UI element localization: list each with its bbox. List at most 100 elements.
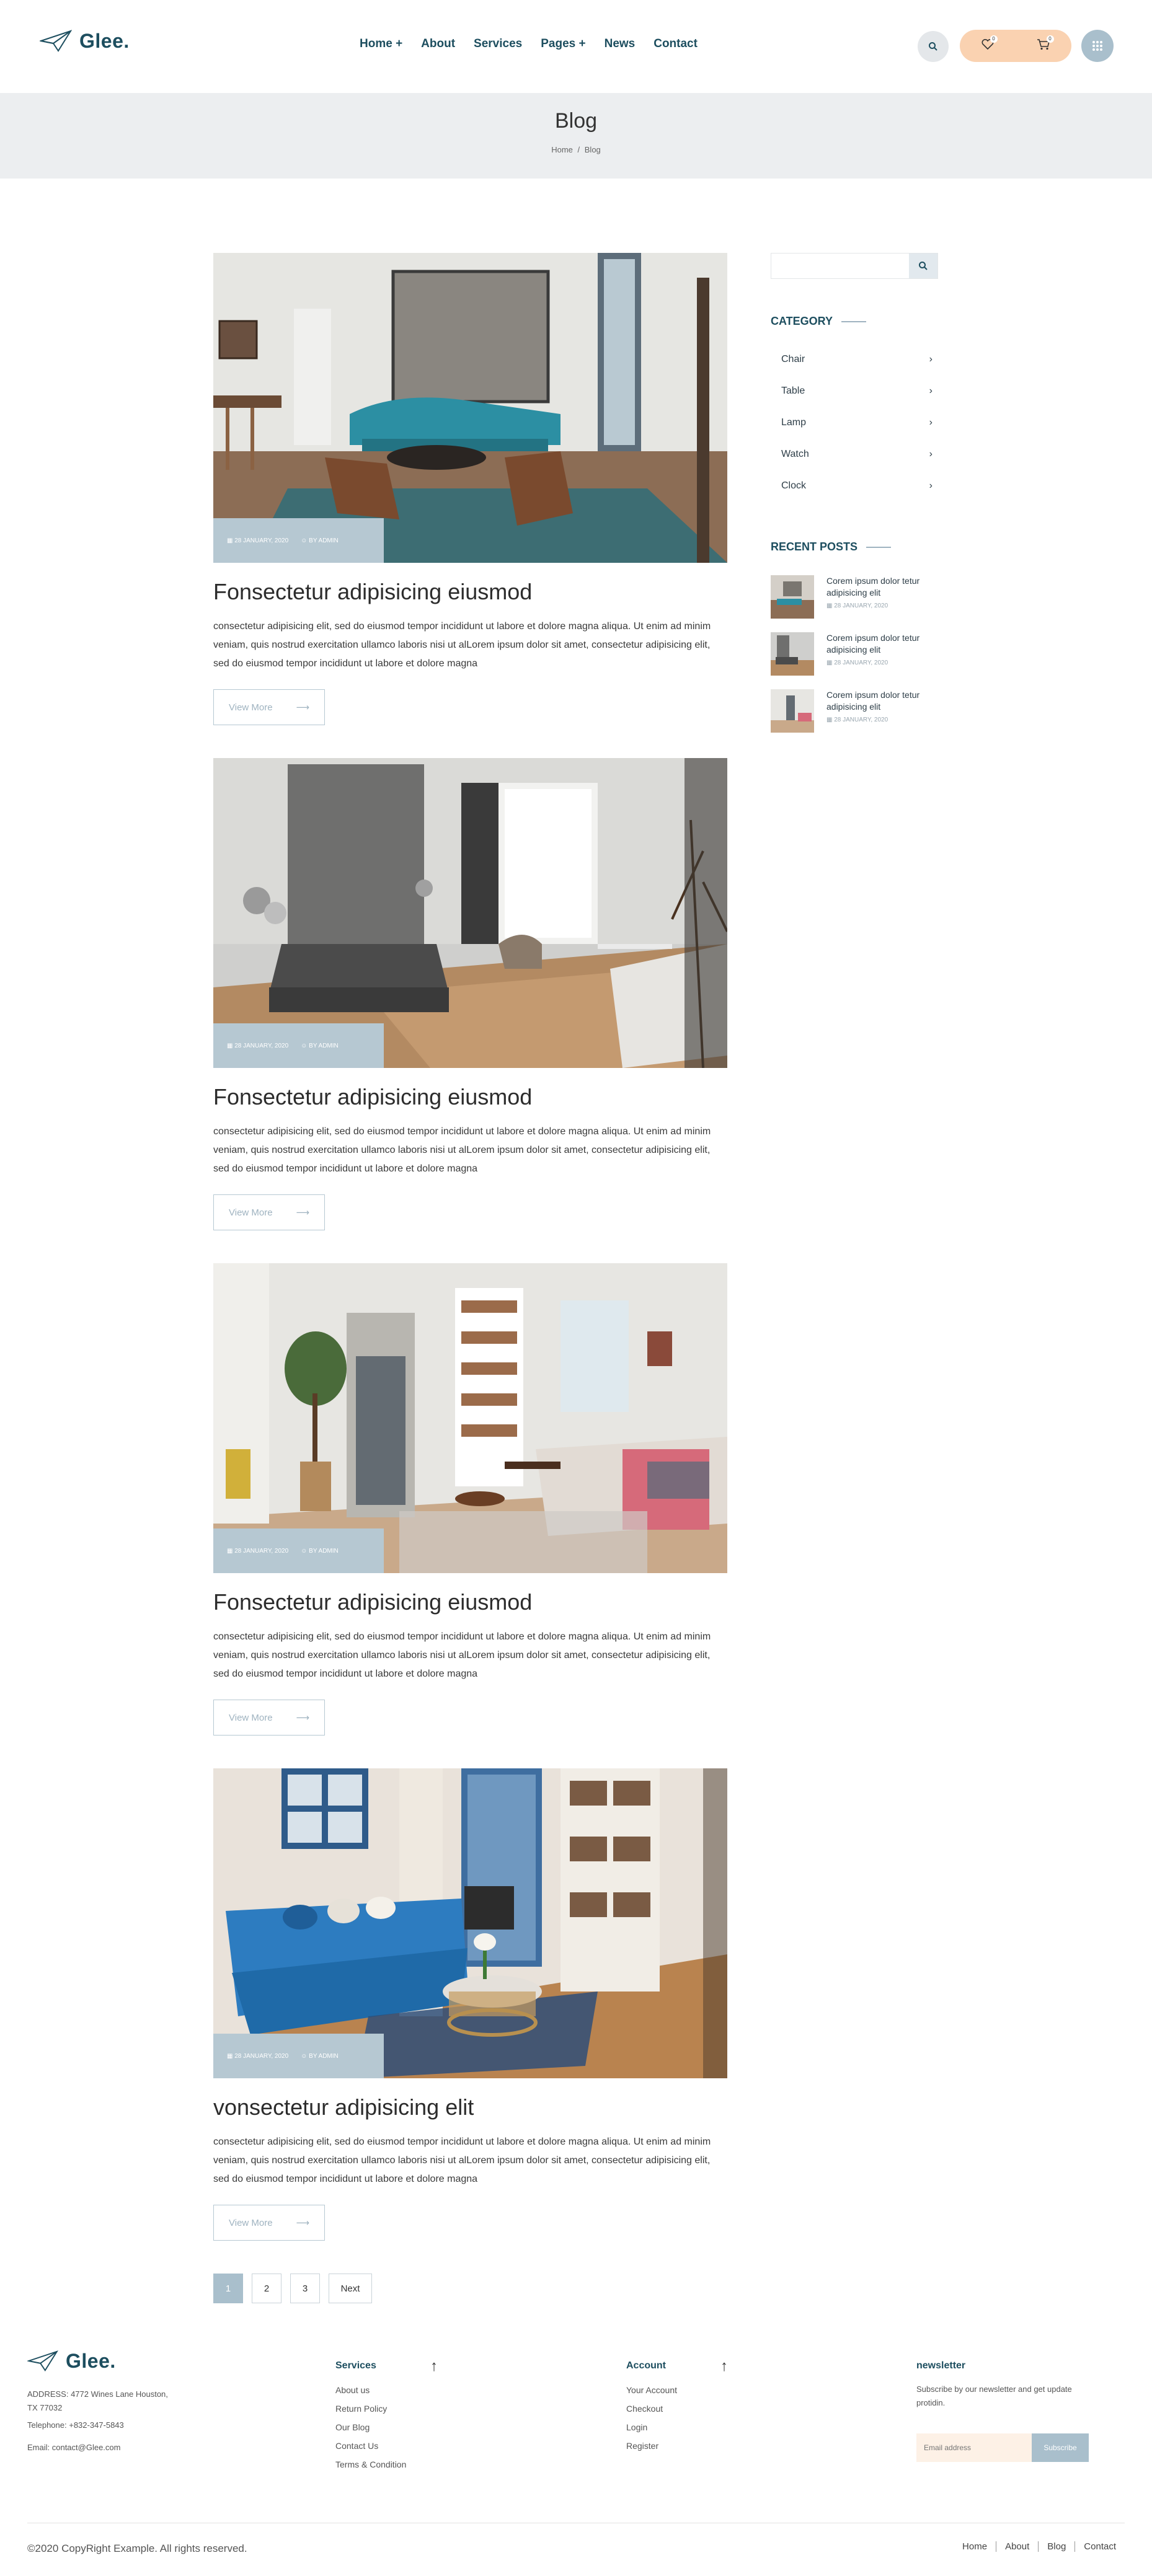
bottom-link-home[interactable]: Home bbox=[954, 2541, 996, 2552]
post-author: ☺ BY ADMIN bbox=[301, 1547, 339, 1555]
footer-link-register[interactable]: Register bbox=[626, 2441, 658, 2451]
post-image[interactable]: ▦ 28 JANUARY, 2020 ☺ BY ADMIN bbox=[213, 253, 727, 563]
page-2-button[interactable]: 2 bbox=[252, 2274, 281, 2303]
footer-link-return-policy[interactable]: Return Policy bbox=[335, 2404, 387, 2414]
recent-post-item[interactable]: Corem ipsum dolor tetur adipisicing elit… bbox=[771, 689, 938, 733]
nav-services[interactable]: Services bbox=[474, 37, 522, 51]
wishlist-button[interactable]: 0 bbox=[981, 35, 998, 53]
cart-button[interactable]: 0 bbox=[1037, 35, 1054, 53]
category-item-chair[interactable]: Chair › bbox=[781, 354, 933, 365]
recent-post-thumbnail[interactable] bbox=[771, 632, 814, 676]
lounge-illustration bbox=[213, 1263, 727, 1573]
footer-logo-text: Glee. bbox=[66, 2349, 116, 2372]
recent-post-thumbnail[interactable] bbox=[771, 689, 814, 733]
footer-telephone: Telephone: +832-347-5843 bbox=[27, 2420, 124, 2430]
nav-pages[interactable]: Pages + bbox=[541, 37, 585, 51]
blue-sofa-illustration bbox=[213, 1768, 727, 2078]
nav-contact[interactable]: Contact bbox=[654, 37, 698, 51]
category-item-watch[interactable]: Watch › bbox=[781, 449, 933, 460]
recent-post-date-text: 28 JANUARY, 2020 bbox=[834, 717, 888, 723]
footer-link-login[interactable]: Login bbox=[626, 2422, 647, 2432]
site-logo[interactable]: Glee. bbox=[40, 29, 130, 53]
view-more-label: View More bbox=[229, 1207, 273, 1218]
nav-home[interactable]: Home + bbox=[360, 37, 402, 51]
page-1-button[interactable]: 1 bbox=[213, 2274, 243, 2303]
category-label: Clock bbox=[781, 480, 807, 491]
post-meta-bar: ▦ 28 JANUARY, 2020 ☺ BY ADMIN bbox=[213, 518, 384, 563]
view-more-button[interactable]: View More ⟶ bbox=[213, 1194, 325, 1230]
footer-address: ADDRESS: 4772 Wines Lane Houston, TX 770… bbox=[27, 2389, 168, 2412]
post-meta-bar: ▦ 28 JANUARY, 2020 ☺ BY ADMIN bbox=[213, 1528, 384, 1573]
post-date: ▦ 28 JANUARY, 2020 bbox=[227, 2052, 289, 2060]
search-input[interactable] bbox=[771, 254, 909, 278]
heading-divider bbox=[841, 320, 867, 322]
next-page-button[interactable]: Next bbox=[329, 2274, 372, 2303]
grid-menu-button[interactable] bbox=[1081, 30, 1114, 62]
post-date-text: 28 JANUARY, 2020 bbox=[234, 2052, 289, 2060]
page-banner: Blog Home / Blog bbox=[0, 93, 1152, 179]
category-item-clock[interactable]: Clock › bbox=[781, 480, 933, 492]
post-date: ▦ 28 JANUARY, 2020 bbox=[227, 537, 289, 544]
chevron-right-icon: › bbox=[929, 480, 933, 491]
category-heading: CATEGORY bbox=[771, 315, 867, 328]
breadcrumb-home[interactable]: Home bbox=[551, 145, 573, 154]
nav-about[interactable]: About bbox=[421, 37, 455, 51]
footer-link-blog[interactable]: Our Blog bbox=[335, 2422, 370, 2432]
bottom-link-contact[interactable]: Contact bbox=[1074, 2541, 1125, 2552]
recent-post-date-text: 28 JANUARY, 2020 bbox=[834, 602, 888, 609]
recent-post-title[interactable]: Corem ipsum dolor tetur adipisicing elit bbox=[826, 689, 938, 713]
living-room-illustration bbox=[213, 253, 727, 563]
subscribe-button[interactable]: Subscribe bbox=[1032, 2433, 1089, 2462]
breadcrumb: Home / Blog bbox=[0, 145, 1152, 154]
post-title[interactable]: vonsectetur adipisicing elit bbox=[213, 2094, 474, 2120]
paper-plane-icon bbox=[27, 2350, 58, 2371]
heading-divider bbox=[866, 546, 892, 548]
post-image[interactable]: ▦ 28 JANUARY, 2020 ☺ BY ADMIN bbox=[213, 1263, 727, 1573]
search-submit-button[interactable] bbox=[909, 254, 937, 278]
category-item-table[interactable]: Table › bbox=[781, 386, 933, 397]
page-3-button[interactable]: 3 bbox=[290, 2274, 320, 2303]
footer-account-title: Account bbox=[626, 2360, 666, 2371]
chevron-right-icon: › bbox=[929, 386, 933, 396]
recent-post-item[interactable]: Corem ipsum dolor tetur adipisicing elit… bbox=[771, 632, 938, 676]
view-more-button[interactable]: View More ⟶ bbox=[213, 689, 325, 725]
view-more-label: View More bbox=[229, 702, 273, 713]
search-button[interactable] bbox=[918, 31, 949, 62]
post-date-text: 28 JANUARY, 2020 bbox=[234, 537, 289, 544]
footer-email: Email: contact@Glee.com bbox=[27, 2443, 121, 2452]
newsletter-form: Subscribe bbox=[916, 2433, 1089, 2462]
recent-post-thumbnail[interactable] bbox=[771, 575, 814, 619]
footer-link-terms[interactable]: Terms & Condition bbox=[335, 2459, 406, 2469]
sidebar-search bbox=[771, 253, 938, 279]
bottom-link-about[interactable]: About bbox=[996, 2541, 1038, 2552]
view-more-button[interactable]: View More ⟶ bbox=[213, 1700, 325, 1736]
post-title[interactable]: Fonsectetur adipisicing eiusmod bbox=[213, 1084, 532, 1110]
chevron-right-icon: › bbox=[929, 449, 933, 459]
newsletter-email-input[interactable] bbox=[916, 2433, 1032, 2462]
chevron-right-icon: › bbox=[929, 354, 933, 364]
recent-post-title[interactable]: Corem ipsum dolor tetur adipisicing elit bbox=[826, 575, 938, 599]
wishlist-cart-pill: 0 0 bbox=[960, 30, 1071, 62]
recent-posts-heading: RECENT POSTS bbox=[771, 540, 892, 554]
nav-news[interactable]: News bbox=[605, 37, 636, 51]
view-more-button[interactable]: View More ⟶ bbox=[213, 2205, 325, 2241]
recent-post-item[interactable]: Corem ipsum dolor tetur adipisicing elit… bbox=[771, 575, 938, 619]
post-image[interactable]: ▦ 28 JANUARY, 2020 ☺ BY ADMIN bbox=[213, 758, 727, 1068]
footer-link-your-account[interactable]: Your Account bbox=[626, 2385, 677, 2395]
breadcrumb-separator: / bbox=[577, 145, 580, 154]
footer-link-contact[interactable]: Contact Us bbox=[335, 2441, 378, 2451]
logo-text: Glee. bbox=[79, 29, 130, 52]
footer-logo[interactable]: Glee. bbox=[27, 2349, 116, 2373]
breadcrumb-current: Blog bbox=[584, 145, 601, 154]
post-excerpt: consectetur adipisicing elit, sed do eiu… bbox=[213, 2137, 711, 2184]
post-image[interactable]: ▦ 28 JANUARY, 2020 ☺ BY ADMIN bbox=[213, 1768, 727, 2078]
category-item-lamp[interactable]: Lamp › bbox=[781, 417, 933, 428]
recent-post-title[interactable]: Corem ipsum dolor tetur adipisicing elit bbox=[826, 632, 938, 656]
category-label: Chair bbox=[781, 354, 805, 364]
bottom-link-blog[interactable]: Blog bbox=[1038, 2541, 1074, 2552]
post-title[interactable]: Fonsectetur adipisicing eiusmod bbox=[213, 1589, 532, 1615]
post-title[interactable]: Fonsectetur adipisicing eiusmod bbox=[213, 579, 532, 605]
footer-link-about[interactable]: About us bbox=[335, 2385, 370, 2395]
post-author-text: BY ADMIN bbox=[309, 1547, 339, 1555]
footer-link-checkout[interactable]: Checkout bbox=[626, 2404, 663, 2414]
